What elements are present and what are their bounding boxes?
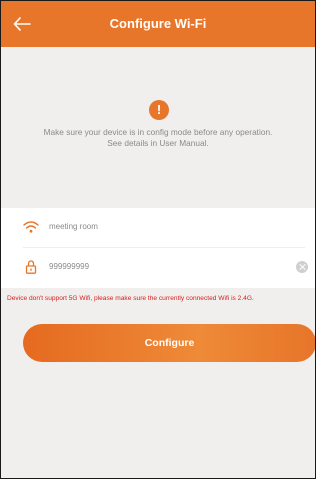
ssid-row[interactable] xyxy=(1,208,315,248)
config-mode-hint: Make sure your device is in config mode … xyxy=(9,127,307,149)
app-frame: Configure Wi-Fi ! Make sure your device … xyxy=(0,0,316,479)
password-row[interactable] xyxy=(1,248,315,288)
configure-button[interactable]: Configure xyxy=(23,324,315,362)
app-header: Configure Wi-Fi xyxy=(1,1,315,47)
5g-warning-text: Device don't support 5G Wifi, please mak… xyxy=(7,295,254,302)
ssid-input[interactable] xyxy=(49,222,269,231)
hint-line-2: See details in User Manual. xyxy=(107,138,209,148)
alert-icon: ! xyxy=(149,100,169,120)
hint-line-1: Make sure your device is in config mode … xyxy=(43,127,273,137)
page-title: Configure Wi-Fi xyxy=(109,16,207,31)
wifi-icon xyxy=(23,221,39,233)
password-input[interactable] xyxy=(49,262,269,271)
wifi-form xyxy=(1,208,315,288)
clear-icon[interactable] xyxy=(296,261,308,273)
lock-icon xyxy=(25,260,37,274)
